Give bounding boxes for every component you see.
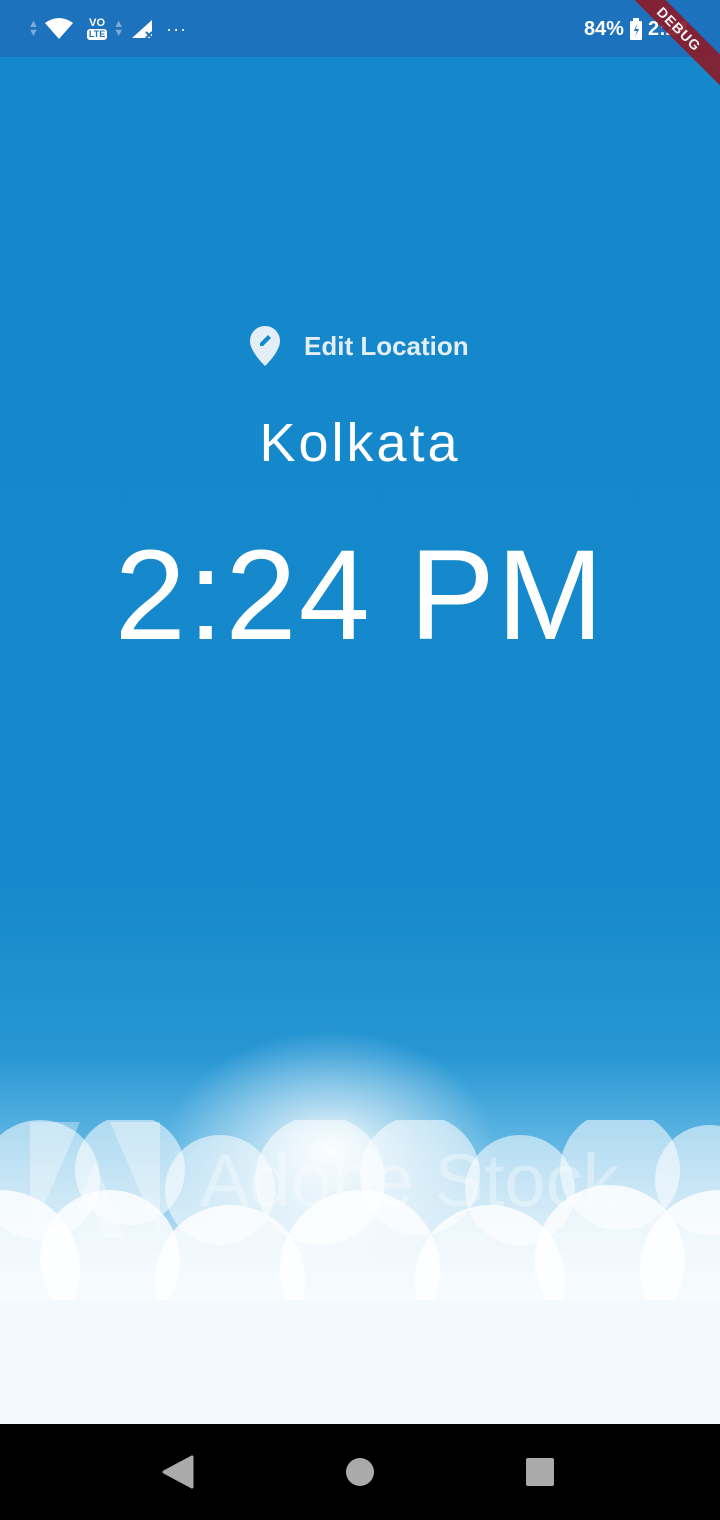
wifi-icon bbox=[44, 18, 73, 39]
battery-percent: 84% bbox=[583, 17, 624, 40]
back-button[interactable] bbox=[156, 1450, 200, 1494]
watermark-text: Adobe Stock bbox=[200, 1138, 620, 1222]
adobe-logo-icon bbox=[30, 1122, 160, 1238]
city-name: Kolkata bbox=[259, 413, 461, 473]
volte-icon: VO LTE bbox=[86, 17, 108, 40]
more-notifications-icon: ··· bbox=[166, 18, 188, 39]
recents-button[interactable] bbox=[518, 1450, 562, 1494]
home-icon bbox=[346, 1458, 374, 1486]
battery-icon bbox=[629, 18, 642, 40]
mobile-data-activity-icon: ▲ ▼ bbox=[113, 18, 125, 39]
edit-location-label: Edit Location bbox=[304, 330, 469, 361]
status-bar: ▲▼ VO LTE ▲▼ ··· 84% 2:24 DEBUG bbox=[0, 0, 720, 90]
navigation-bar bbox=[0, 1424, 720, 1520]
adobe-stock-watermark: Adobe Stock bbox=[30, 1120, 690, 1240]
app-screen: ▲▼ VO LTE ▲▼ ··· 84% 2:24 DEBUG bbox=[0, 0, 720, 1424]
recents-icon bbox=[526, 1458, 554, 1486]
edit-location-icon bbox=[250, 326, 280, 366]
back-icon bbox=[162, 1455, 194, 1489]
status-left: ▲ ▼ VO LTE ▲ ▼ ··· bbox=[28, 14, 187, 44]
signal-icon bbox=[132, 20, 153, 39]
volte-label: VO bbox=[89, 17, 106, 29]
lte-label: LTE bbox=[86, 29, 108, 40]
home-button[interactable] bbox=[338, 1450, 382, 1494]
data-activity-icon: ▲ ▼ bbox=[28, 18, 39, 39]
local-time: 2:24 PM bbox=[114, 524, 606, 667]
edit-location-button[interactable]: Edit Location bbox=[240, 320, 480, 372]
